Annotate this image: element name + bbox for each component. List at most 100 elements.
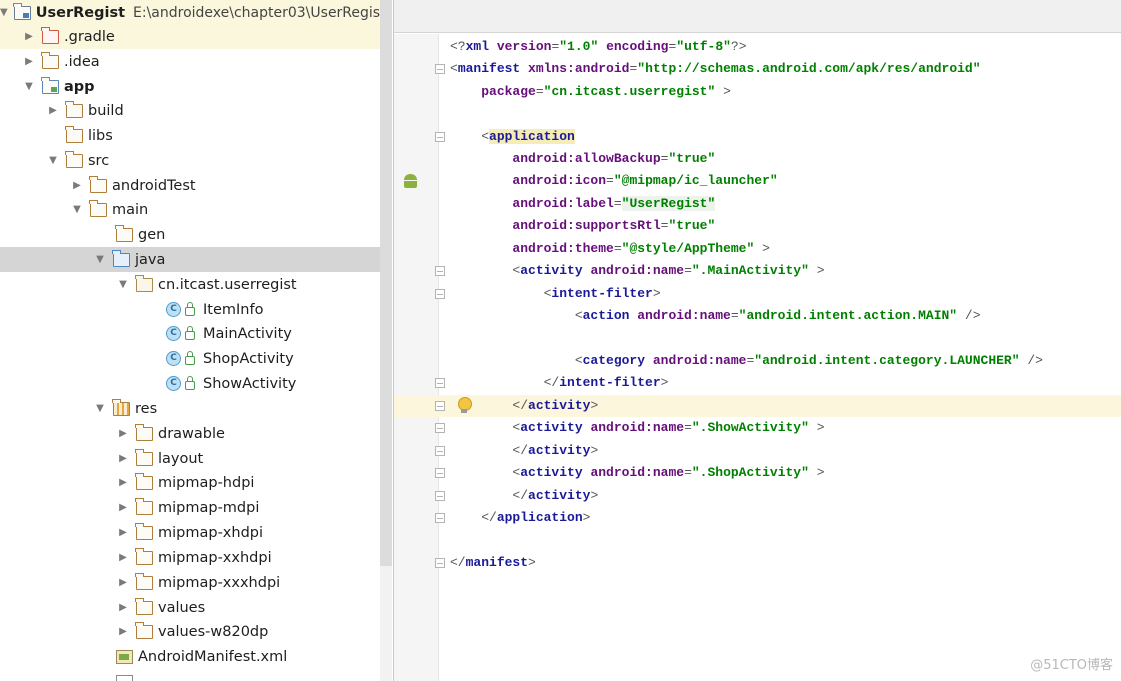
expand-arrow-icon[interactable]: ▶ xyxy=(116,453,130,464)
code-token: ".ShopActivity" xyxy=(691,465,809,480)
tree-item-res[interactable]: ▼ res xyxy=(0,396,380,421)
code-line[interactable]: </activity> xyxy=(394,440,1121,462)
fold-marker-icon[interactable] xyxy=(435,491,445,501)
tree-item-gradle[interactable]: ▶ .gradle xyxy=(0,24,380,49)
code-line[interactable]: android:icon="@mipmap/ic_launcher" xyxy=(394,170,1121,192)
expand-arrow-icon[interactable]: ▶ xyxy=(22,56,36,67)
code-line[interactable]: <application xyxy=(394,126,1121,148)
code-line[interactable]: </application> xyxy=(394,507,1121,529)
tree-item-idea[interactable]: ▶ .idea xyxy=(0,49,380,74)
tree-item-package[interactable]: ▼ cn.itcast.userregist xyxy=(0,272,380,297)
collapse-arrow-icon[interactable]: ▼ xyxy=(46,155,60,166)
code-line[interactable]: android:allowBackup="true" xyxy=(394,148,1121,170)
fold-marker-icon[interactable] xyxy=(435,423,445,433)
code-line[interactable]: <intent-filter> xyxy=(394,283,1121,305)
expand-arrow-icon[interactable]: ▶ xyxy=(116,577,130,588)
expand-arrow-icon[interactable]: ▶ xyxy=(46,105,60,116)
code-token: ?> xyxy=(730,39,747,54)
collapse-arrow-icon[interactable]: ▼ xyxy=(0,7,8,18)
code-line[interactable]: <activity android:name=".ShopActivity" > xyxy=(394,462,1121,484)
tree-item-partial[interactable] xyxy=(0,669,380,681)
expand-arrow-icon[interactable]: ▶ xyxy=(116,477,130,488)
code-line[interactable]: android:supportsRtl="true" xyxy=(394,215,1121,237)
code-token: android:name xyxy=(637,308,731,323)
code-line[interactable]: </manifest> xyxy=(394,552,1121,574)
tree-item-main[interactable]: ▼ main xyxy=(0,197,380,222)
tree-item-values-w820dp[interactable]: ▶ values-w820dp xyxy=(0,619,380,644)
expand-arrow-icon[interactable]: ▶ xyxy=(116,552,130,563)
tree-item-label: ItemInfo xyxy=(203,301,264,318)
tree-item-app[interactable]: ▼ app xyxy=(0,74,380,99)
editor-tab-bar xyxy=(394,0,1121,33)
tree-item-gen[interactable]: gen xyxy=(0,222,380,247)
expand-arrow-icon[interactable]: ▶ xyxy=(116,527,130,538)
fold-marker-icon[interactable] xyxy=(435,558,445,568)
tree-item-iteminfo[interactable]: C ItemInfo xyxy=(0,297,380,322)
expand-arrow-icon[interactable]: ▶ xyxy=(70,180,84,191)
tree-item-build[interactable]: ▶ build xyxy=(0,98,380,123)
code-line[interactable]: package="cn.itcast.userregist" > xyxy=(394,81,1121,103)
code-token: activity xyxy=(528,398,591,413)
code-line[interactable]: <manifest xmlns:android="http://schemas.… xyxy=(394,58,1121,80)
code-line[interactable] xyxy=(394,103,1121,125)
code-token: = xyxy=(613,196,622,211)
tree-scrollbar-track[interactable] xyxy=(380,566,392,681)
tree-item-layout[interactable]: ▶ layout xyxy=(0,446,380,471)
tree-item-androidmanifest[interactable]: AndroidManifest.xml xyxy=(0,644,380,669)
tree-item-drawable[interactable]: ▶ drawable xyxy=(0,421,380,446)
tree-item-mipmap-xhdpi[interactable]: ▶ mipmap-xhdpi xyxy=(0,520,380,545)
tree-item-src[interactable]: ▼ src xyxy=(0,148,380,173)
code-line[interactable]: </intent-filter> xyxy=(394,372,1121,394)
tree-item-androidtest[interactable]: ▶ androidTest xyxy=(0,173,380,198)
code-line[interactable] xyxy=(394,328,1121,350)
folder-icon xyxy=(115,224,133,242)
code-line[interactable]: android:theme="@style/AppTheme" > xyxy=(394,238,1121,260)
tree-item-mipmap-xxhdpi[interactable]: ▶ mipmap-xxhdpi xyxy=(0,545,380,570)
lock-icon xyxy=(185,376,195,390)
code-line[interactable]: <?xml version="1.0" encoding="utf-8"?> xyxy=(394,36,1121,58)
fold-marker-icon[interactable] xyxy=(435,378,445,388)
code-line[interactable]: </activity> xyxy=(394,485,1121,507)
tree-scrollbar-thumb[interactable] xyxy=(380,0,392,566)
fold-marker-icon[interactable] xyxy=(435,401,445,411)
fold-marker-icon[interactable] xyxy=(435,513,445,523)
tree-item-showactivity[interactable]: C ShowActivity xyxy=(0,371,380,396)
code-editor[interactable]: <?xml version="1.0" encoding="utf-8"?> <… xyxy=(393,0,1121,681)
tree-item-mipmap-hdpi[interactable]: ▶ mipmap-hdpi xyxy=(0,470,380,495)
tree-item-mipmap-mdpi[interactable]: ▶ mipmap-mdpi xyxy=(0,495,380,520)
collapse-arrow-icon[interactable]: ▼ xyxy=(22,81,36,92)
fold-marker-icon[interactable] xyxy=(435,468,445,478)
code-token: > xyxy=(660,375,669,390)
tree-item-mipmap-xxxhdpi[interactable]: ▶ mipmap-xxxhdpi xyxy=(0,570,380,595)
code-line[interactable]: <activity android:name=".ShowActivity" > xyxy=(394,417,1121,439)
code-line-text: <?xml version="1.0" encoding="utf-8"?> xyxy=(450,36,747,58)
fold-marker-icon[interactable] xyxy=(435,132,445,142)
expand-arrow-icon[interactable]: ▶ xyxy=(116,502,130,513)
tree-item-root[interactable]: ▼ UserRegist E:\androidexe\chapter03\Use… xyxy=(0,0,386,25)
code-line[interactable]: <activity android:name=".MainActivity" > xyxy=(394,260,1121,282)
code-line[interactable]: <category android:name="android.intent.c… xyxy=(394,350,1121,372)
code-line[interactable]: android:label="UserRegist" xyxy=(394,193,1121,215)
folder-icon xyxy=(135,423,153,441)
tree-item-java[interactable]: ▼ java xyxy=(0,247,392,272)
tree-item-mainactivity[interactable]: C MainActivity xyxy=(0,321,380,346)
fold-marker-icon[interactable] xyxy=(435,64,445,74)
expand-arrow-icon[interactable]: ▶ xyxy=(22,31,36,42)
code-line[interactable]: <action android:name="android.intent.act… xyxy=(394,305,1121,327)
folder-icon xyxy=(135,448,153,466)
collapse-arrow-icon[interactable]: ▼ xyxy=(93,254,107,265)
code-line-current[interactable]: </activity> xyxy=(394,395,1121,417)
fold-marker-icon[interactable] xyxy=(435,266,445,276)
tree-item-shopactivity[interactable]: C ShopActivity xyxy=(0,346,380,371)
collapse-arrow-icon[interactable]: ▼ xyxy=(70,204,84,215)
collapse-arrow-icon[interactable]: ▼ xyxy=(93,403,107,414)
code-line[interactable] xyxy=(394,530,1121,552)
tree-item-values[interactable]: ▶ values xyxy=(0,595,380,620)
collapse-arrow-icon[interactable]: ▼ xyxy=(116,279,130,290)
expand-arrow-icon[interactable]: ▶ xyxy=(116,626,130,637)
expand-arrow-icon[interactable]: ▶ xyxy=(116,428,130,439)
fold-marker-icon[interactable] xyxy=(435,289,445,299)
fold-marker-icon[interactable] xyxy=(435,446,445,456)
expand-arrow-icon[interactable]: ▶ xyxy=(116,602,130,613)
tree-item-libs[interactable]: libs xyxy=(0,123,380,148)
